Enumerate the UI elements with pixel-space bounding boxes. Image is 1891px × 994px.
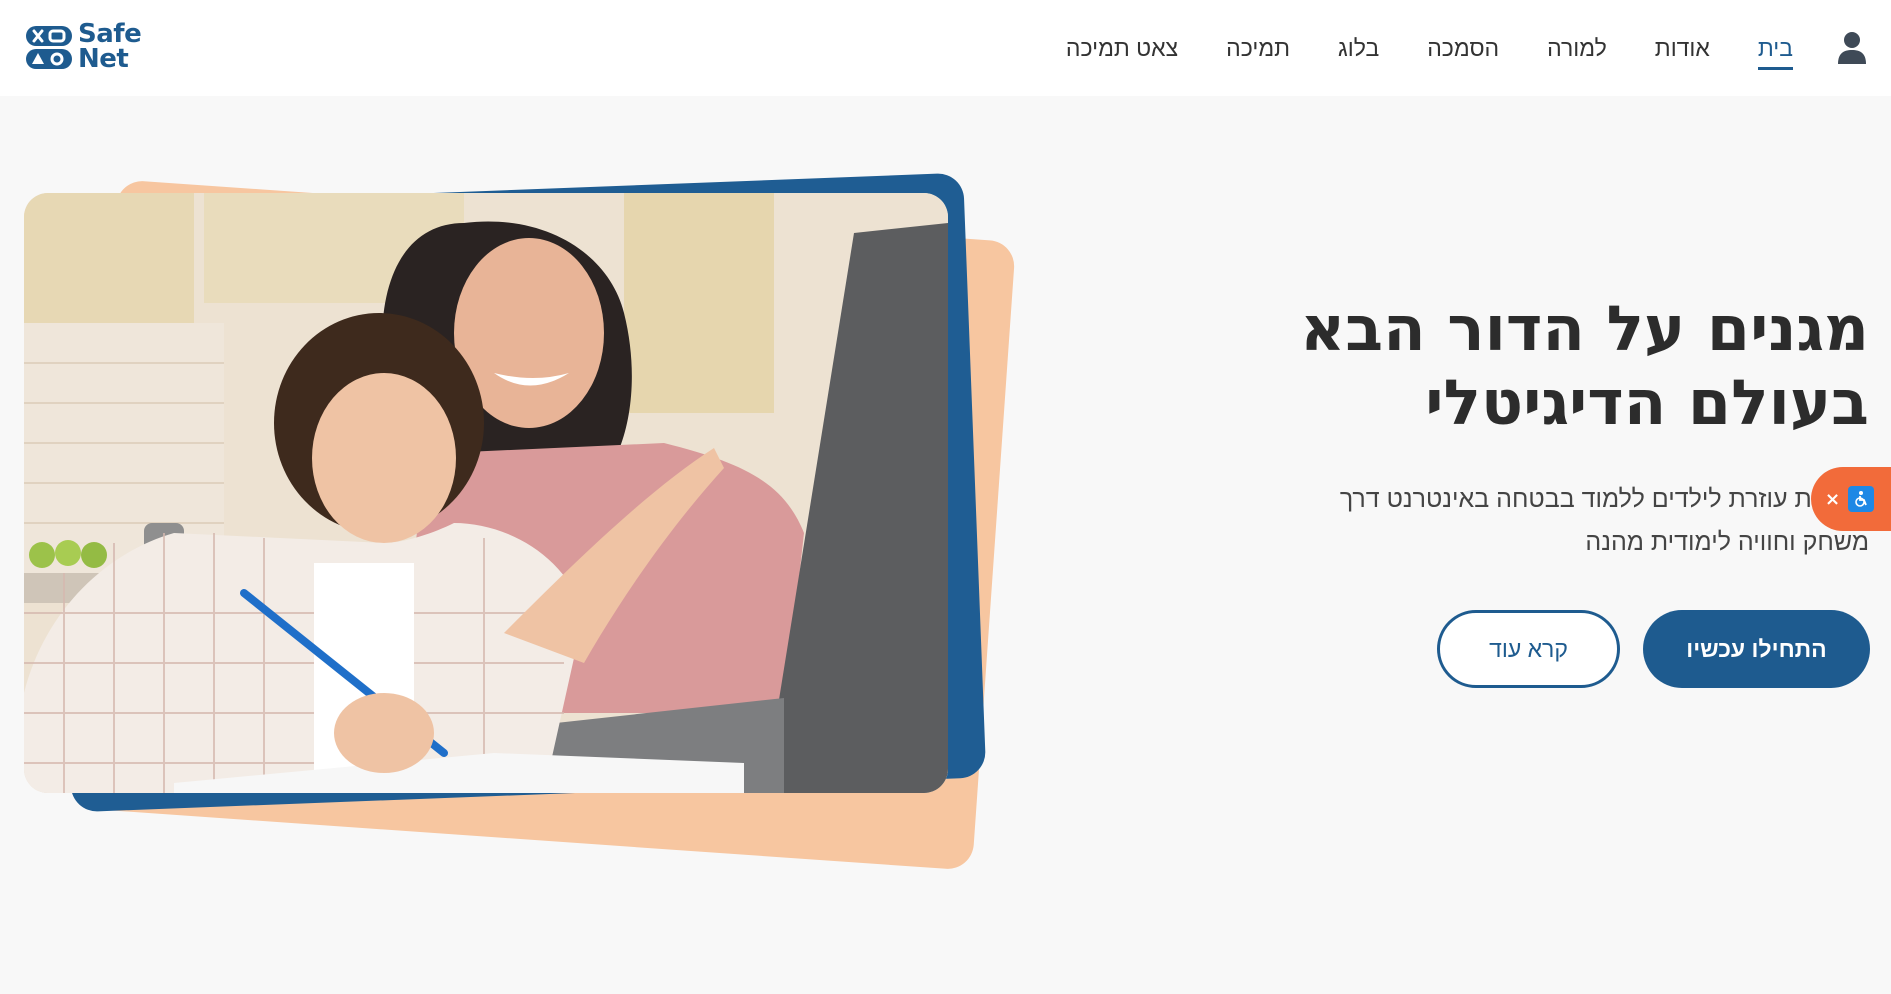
hero-photo <box>24 193 948 793</box>
logo-text: Safe Net <box>78 19 142 74</box>
accessibility-widget[interactable]: × <box>1811 467 1891 531</box>
read-more-button[interactable]: קרא עוד <box>1437 610 1620 688</box>
nav-item-support[interactable]: תמיכה <box>1226 35 1290 62</box>
nav-item-teacher[interactable]: למורה <box>1547 35 1607 62</box>
user-icon[interactable] <box>1837 31 1867 65</box>
close-icon[interactable]: × <box>1825 489 1840 510</box>
header: Safe Net בית אודות למורה הסמכה בלוג תמיכ… <box>0 0 1891 96</box>
nav-item-home[interactable]: בית <box>1757 35 1794 70</box>
nav-item-blog[interactable]: בלוג <box>1338 35 1379 62</box>
nav-item-support-chat[interactable]: צאט תמיכה <box>1066 35 1178 62</box>
logo-mark-icon <box>26 26 72 69</box>
nav-item-about[interactable]: אודות <box>1655 35 1710 62</box>
start-now-button[interactable]: התחילו עכשיו <box>1643 610 1870 688</box>
nav-item-certification[interactable]: הסמכה <box>1427 35 1499 62</box>
hero-subtitle: מערכת עוזרת לילדים ללמוד בבטחה באינטרנט … <box>1339 485 1869 556</box>
safenet-logo[interactable]: Safe Net <box>24 19 154 74</box>
main-nav: בית אודות למורה הסמכה בלוג תמיכה צאט תמי… <box>1042 0 1867 96</box>
hero-title: מגנים על הדור הבא בעולם הדיגיטלי <box>1300 292 1869 439</box>
wheelchair-icon[interactable] <box>1848 486 1875 512</box>
